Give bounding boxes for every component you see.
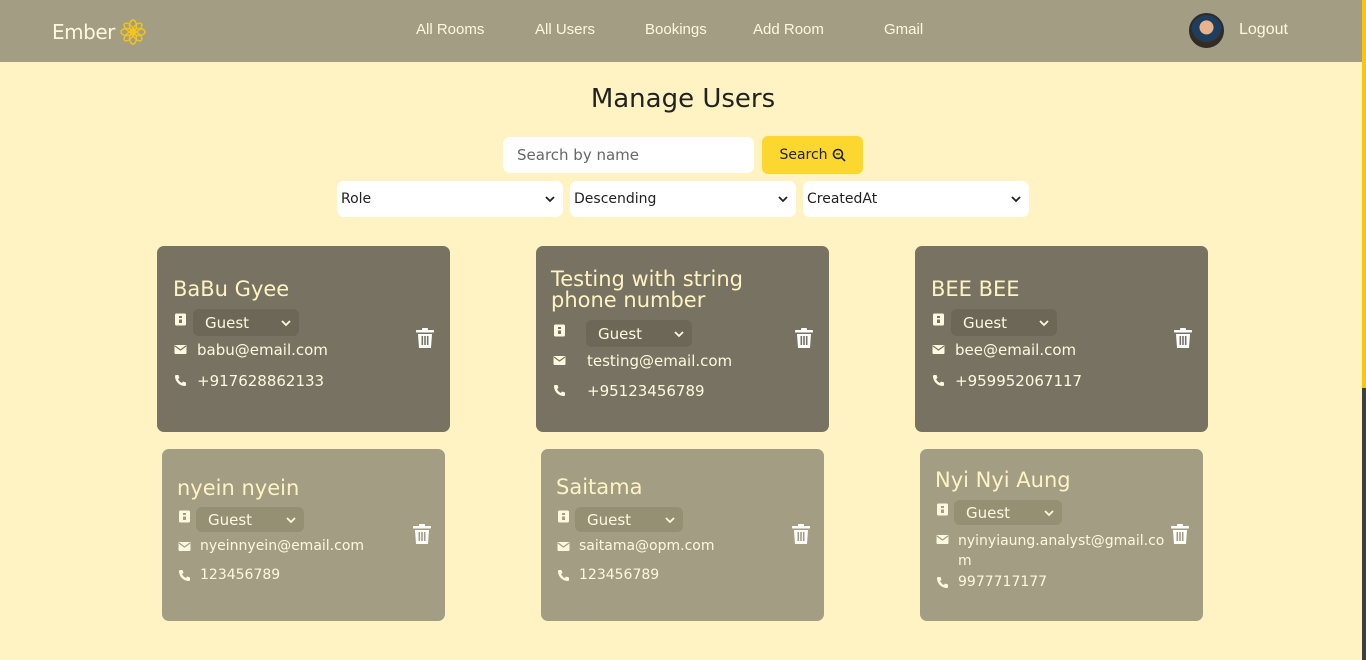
user-card: Nyi Nyi Aung Guest nyinyiaung.analyst@gm…	[920, 449, 1203, 621]
user-email: bee@email.com	[955, 341, 1077, 359]
lotus-logo-icon	[120, 19, 146, 45]
envelope-icon	[557, 542, 570, 551]
trash-icon[interactable]	[795, 328, 813, 348]
id-badge-icon	[554, 324, 565, 337]
nav-link-bookings[interactable]: Bookings	[645, 21, 707, 38]
role-value: Guest	[598, 324, 643, 343]
chevron-down-icon	[286, 516, 296, 523]
user-email: nyinyiaung.analyst@gmail.com	[958, 533, 1165, 569]
id-badge-icon	[179, 510, 190, 523]
role-select[interactable]: Guest	[196, 507, 304, 532]
role-value: Guest	[587, 510, 632, 529]
user-name: Saitama	[556, 475, 643, 499]
search-icon	[832, 148, 846, 162]
page-title: Manage Users	[590, 84, 776, 114]
envelope-icon	[553, 356, 566, 365]
nav-link-add-room[interactable]: Add Room	[753, 21, 824, 38]
scrollbar-thumb[interactable]	[1362, 0, 1366, 388]
trash-icon[interactable]	[1171, 524, 1189, 544]
user-name: BEE BEE	[931, 277, 1020, 301]
chevron-down-icon	[545, 196, 555, 203]
user-name: nyein nyein	[177, 476, 300, 500]
role-filter-value: Role	[341, 191, 372, 207]
user-card: BEE BEE Guest bee@email.com +95995206711…	[915, 246, 1208, 432]
order-filter-value: Descending	[574, 191, 657, 207]
chevron-down-icon	[1011, 196, 1021, 203]
phone-icon	[175, 375, 186, 386]
envelope-icon	[178, 542, 191, 551]
sort-by-filter-value: CreatedAt	[807, 191, 878, 207]
envelope-icon	[174, 345, 187, 354]
user-email: testing@email.com	[587, 352, 733, 370]
user-card: Testing with string phone number Guest t…	[536, 246, 829, 432]
role-filter-select[interactable]: Role	[337, 181, 563, 217]
role-value: Guest	[208, 510, 253, 529]
user-phone: 123456789	[579, 567, 660, 583]
phone-icon	[554, 385, 565, 396]
sort-by-filter-select[interactable]: CreatedAt	[803, 181, 1029, 217]
trash-icon[interactable]	[416, 328, 434, 348]
brand[interactable]: Ember	[52, 18, 147, 46]
search-button-label: Search	[779, 147, 828, 163]
chevron-down-icon	[665, 516, 675, 523]
id-badge-icon	[933, 313, 944, 326]
id-badge-icon	[558, 510, 569, 523]
user-phone: 9977717177	[958, 574, 1048, 590]
avatar[interactable]	[1189, 13, 1224, 48]
chevron-down-icon	[778, 196, 788, 203]
phone-icon	[558, 570, 569, 581]
envelope-icon	[936, 535, 949, 544]
order-filter-select[interactable]: Descending	[570, 181, 796, 217]
search-input[interactable]	[503, 137, 754, 173]
role-select[interactable]: Guest	[586, 320, 692, 347]
user-email: saitama@opm.com	[579, 538, 715, 554]
phone-icon	[933, 375, 944, 386]
phone-icon	[179, 570, 190, 581]
user-name: Nyi Nyi Aung	[935, 468, 1071, 492]
user-card: nyein nyein Guest nyeinnyein@email.com 1…	[162, 449, 445, 621]
user-email: nyeinnyein@email.com	[200, 538, 365, 554]
trash-icon[interactable]	[413, 524, 431, 544]
chevron-down-icon	[1039, 319, 1049, 326]
role-select[interactable]: Guest	[193, 309, 299, 336]
chevron-down-icon	[674, 330, 684, 337]
chevron-down-icon	[281, 319, 291, 326]
envelope-icon	[932, 345, 945, 354]
role-select[interactable]: Guest	[954, 500, 1062, 525]
nav-link-all-users[interactable]: All Users	[535, 21, 595, 38]
user-name: Testing with string phone number	[551, 267, 744, 312]
brand-name: Ember	[52, 20, 115, 44]
user-name: BaBu Gyee	[173, 277, 290, 301]
role-value: Guest	[963, 313, 1008, 332]
search-button[interactable]: Search	[762, 136, 863, 174]
user-email: babu@email.com	[197, 341, 328, 359]
navbar: Ember All Rooms All Users Bookings Add R…	[0, 0, 1362, 62]
nav-link-all-rooms[interactable]: All Rooms	[416, 21, 484, 38]
user-phone: 123456789	[200, 567, 281, 583]
id-badge-icon	[175, 313, 186, 326]
role-value: Guest	[966, 503, 1011, 522]
id-badge-icon	[937, 503, 948, 516]
user-card: Saitama Guest saitama@opm.com 123456789	[541, 449, 824, 621]
trash-icon[interactable]	[1174, 328, 1192, 348]
role-select[interactable]: Guest	[951, 309, 1057, 336]
nav-link-gmail[interactable]: Gmail	[884, 21, 923, 38]
user-phone: +917628862133	[197, 372, 325, 390]
logout-link[interactable]: Logout	[1239, 21, 1288, 39]
role-select[interactable]: Guest	[575, 507, 683, 532]
phone-icon	[937, 577, 948, 588]
user-phone: +95123456789	[587, 382, 705, 400]
user-card: BaBu Gyee Guest babu@email.com +91762886…	[157, 246, 450, 432]
user-phone: +959952067117	[955, 372, 1083, 390]
trash-icon[interactable]	[792, 524, 810, 544]
chevron-down-icon	[1044, 509, 1054, 516]
role-value: Guest	[205, 313, 250, 332]
